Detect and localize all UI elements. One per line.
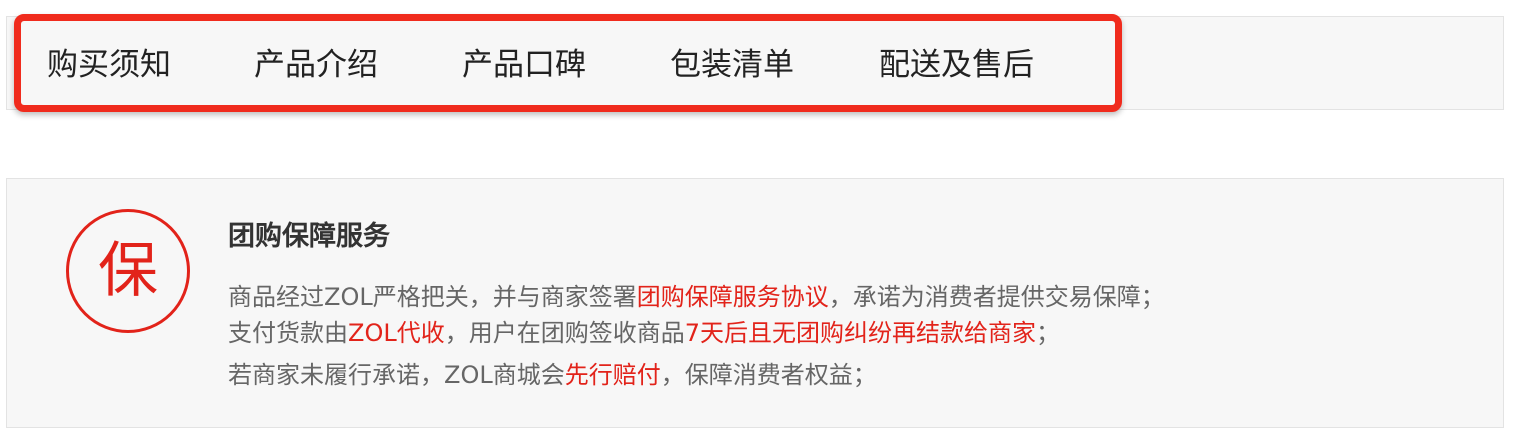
line-1-text-b: ，承诺为消费者提供交易保障； bbox=[828, 283, 1165, 311]
guarantee-line-2: 支付货款由ZOL代收，用户在团购签收商品7天后且无团购纠纷再结款给商家； bbox=[228, 316, 1060, 350]
guarantee-line-3: 若商家未履行承诺，ZOL商城会先行赔付，保障消费者权益； bbox=[228, 358, 877, 392]
line-2-text-b: ，用户在团购签收商品 bbox=[444, 319, 685, 347]
tab-delivery-aftersales[interactable]: 配送及售后 bbox=[879, 44, 1034, 86]
badge-char: 保 bbox=[98, 236, 158, 306]
line-2-highlight-zol-collect: ZOL代收 bbox=[348, 319, 445, 347]
tab-product-reviews[interactable]: 产品口碑 bbox=[462, 44, 586, 86]
line-2-text-a: 支付货款由 bbox=[228, 319, 348, 347]
tab-purchase-notice[interactable]: 购买须知 bbox=[47, 44, 171, 86]
line-3-text-a: 若商家未履行承诺，ZOL商城会 bbox=[228, 361, 565, 389]
line-1-text-a: 商品经过ZOL严格把关，并与商家签署 bbox=[228, 283, 637, 311]
tab-product-intro[interactable]: 产品介绍 bbox=[254, 44, 378, 86]
line-2-text-c: ； bbox=[1035, 319, 1060, 347]
tab-package-list[interactable]: 包装清单 bbox=[670, 44, 794, 86]
guarantee-title: 团购保障服务 bbox=[228, 221, 390, 252]
bao-seal-icon: 保 bbox=[66, 209, 190, 333]
line-3-text-b: ，保障消费者权益； bbox=[660, 361, 877, 389]
guarantee-line-1: 商品经过ZOL严格把关，并与商家签署团购保障服务协议，承诺为消费者提供交易保障； bbox=[228, 280, 1165, 314]
line-3-highlight-compensation: 先行赔付 bbox=[564, 361, 661, 389]
line-2-highlight-settlement: 7天后且无团购纠纷再结款给商家 bbox=[684, 319, 1036, 347]
line-1-highlight-agreement: 团购保障服务协议 bbox=[636, 283, 829, 311]
